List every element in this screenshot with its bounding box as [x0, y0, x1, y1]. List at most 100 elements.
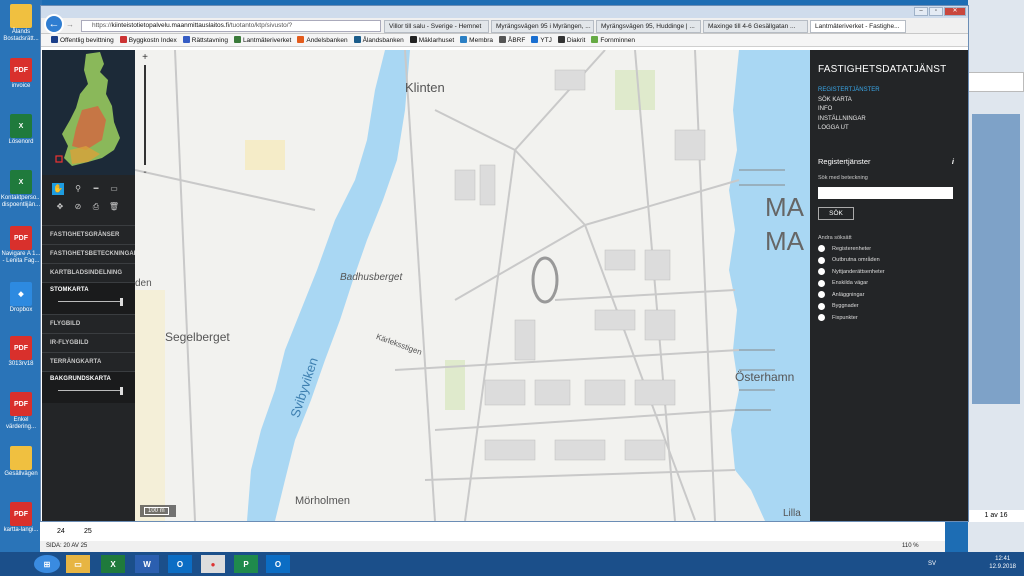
map-label-badhusberget: Badhusberget — [340, 272, 403, 283]
start-icon[interactable]: ⊞ — [34, 555, 60, 573]
desktop-icon[interactable]: PDF kartta-langi... — [0, 502, 42, 534]
hide-icon[interactable]: ⊘ — [72, 201, 84, 213]
favorite-link[interactable]: Andelsbanken — [297, 36, 348, 44]
close-icon[interactable]: ✕ — [944, 7, 966, 16]
favorite-link[interactable]: YTJ — [531, 36, 552, 44]
excel-icon[interactable]: X — [101, 555, 125, 573]
layer-item[interactable]: FASTIGHETSGRÄNSER — [42, 225, 135, 244]
desktop-icon[interactable]: PDF 3013rv18 — [0, 336, 42, 368]
desktop-icon[interactable]: X Kontaktperso... dispoentlijän... — [0, 170, 42, 209]
search-method-option[interactable]: Outbrutna områden — [818, 256, 960, 265]
desktop-icon[interactable]: PDF invoice — [0, 58, 42, 90]
search-method-option[interactable]: Nyttjanderättsenheter — [818, 268, 960, 276]
favorite-link[interactable]: Rättstavning — [182, 36, 228, 44]
favorite-link[interactable]: Fornminnen — [591, 36, 635, 44]
layer-item[interactable]: STOMKARTA — [42, 282, 135, 314]
layer-item[interactable]: IR-FLYGBILD — [42, 333, 135, 352]
minimize-icon[interactable]: – — [914, 7, 928, 16]
radio-button[interactable] — [818, 245, 825, 253]
pin-icon[interactable]: ⚲ — [72, 183, 84, 195]
desktop-icon[interactable]: Gesällvägen — [0, 446, 42, 478]
search-method-option[interactable]: Byggnader — [818, 302, 960, 311]
desktop-icon[interactable]: ◆ Dropbox — [0, 282, 42, 314]
print-icon[interactable]: ⎙ — [90, 201, 102, 213]
search-input[interactable] — [818, 186, 953, 199]
maximize-icon[interactable]: ▫ — [929, 7, 943, 16]
favorite-link[interactable]: Membra — [460, 36, 493, 44]
panel-menu-item[interactable]: INFO — [818, 105, 960, 115]
favorite-link[interactable]: Ålandsbanken — [353, 36, 404, 44]
clock[interactable]: SV 12:41 12.9.2018 — [928, 555, 1016, 571]
browser-tab[interactable]: Lantmäteriverket - Fastighe... — [810, 20, 906, 33]
browser-tab[interactable]: Villor till salu - Sverige - Hemnet — [384, 20, 489, 33]
map-view[interactable]: + - Klinten Badhusberget Segelberget Kär… — [135, 50, 810, 521]
map-label-segelberget: Segelberget — [165, 330, 230, 344]
chrome-icon[interactable]: ● — [201, 555, 225, 573]
desktop-icon[interactable]: PDF Enkel värdering... — [0, 392, 42, 431]
word-icon[interactable]: W — [135, 555, 159, 573]
opacity-slider[interactable] — [58, 298, 123, 306]
move-icon[interactable]: ✥ — [54, 201, 66, 213]
search-method-option[interactable]: Fixpunkter — [818, 314, 960, 322]
desktop-icon-label: kartta-langi... — [3, 527, 39, 533]
browser-tab[interactable]: Myrängsvägen 95 i Myrängen, ... — [491, 20, 594, 33]
slider-knob[interactable] — [120, 298, 123, 306]
favorite-link[interactable]: Offentlig bevittning — [51, 36, 114, 44]
radio-button[interactable] — [818, 268, 825, 276]
opacity-slider[interactable] — [58, 387, 123, 395]
panel-menu-item[interactable]: INSTÄLLNINGAR — [818, 115, 960, 125]
slider-knob[interactable] — [120, 387, 123, 395]
outlook-icon[interactable]: O — [168, 555, 192, 573]
desktop-icon[interactable]: Ålands Bostadsrätt... — [0, 4, 42, 43]
outlook-2-icon[interactable]: O — [266, 555, 290, 573]
favorite-link[interactable]: ÅBRF — [499, 36, 525, 44]
measure-line-icon[interactable]: ━ — [90, 183, 102, 195]
file-icon: PDF — [10, 226, 32, 250]
back-arrow-icon[interactable]: ← — [44, 14, 64, 34]
favorite-link[interactable]: Diakrit — [557, 36, 585, 44]
delete-icon[interactable]: 🗑 — [108, 201, 120, 213]
zoom-slider[interactable] — [144, 65, 146, 165]
radio-button[interactable] — [818, 291, 825, 299]
desktop-icon[interactable]: PDF Navigare A 1... - Lenita Fag... — [0, 226, 42, 265]
file-explorer-icon[interactable]: ▭ — [66, 555, 90, 573]
browser-tab[interactable]: Myrängsvägen 95, Huddinge | ... — [596, 20, 701, 33]
search-method-option[interactable]: Enskilda vägar — [818, 279, 960, 288]
favorite-link[interactable]: Lantmäteriverket — [233, 36, 291, 44]
desktop-icon[interactable]: X Lösenord — [0, 114, 42, 146]
section-header: Registertjänster i — [818, 157, 960, 166]
radio-button[interactable] — [818, 302, 825, 310]
pan-hand-icon[interactable]: ✋ — [52, 183, 64, 195]
measure-area-icon[interactable]: ▭ — [108, 183, 120, 195]
info-icon[interactable]: i — [952, 157, 954, 166]
language-indicator[interactable]: SV — [928, 560, 936, 568]
search-method-option[interactable]: Registerenheter — [818, 245, 960, 253]
window-controls: – ▫ ✕ — [914, 7, 966, 16]
clock-time: 12:41 — [995, 556, 1011, 562]
panel-menu-item[interactable]: REGISTERTJÄNSTER — [818, 86, 960, 96]
layer-item[interactable]: FLYGBILD — [42, 314, 135, 333]
publisher-icon[interactable]: P — [234, 555, 258, 573]
panel-menu-item[interactable]: LOGGA UT — [818, 124, 960, 134]
browser-tab[interactable]: Maxinge till 4-6 Gesällgatan ... — [703, 20, 808, 33]
zoom-in-button[interactable]: + — [140, 52, 150, 63]
panel-menu-item[interactable]: SÖK KARTA — [818, 96, 960, 106]
radio-button[interactable] — [818, 279, 825, 287]
layer-label: FLYGBILD — [50, 321, 81, 327]
search-method-option[interactable]: Anläggningar — [818, 291, 960, 299]
radio-button[interactable] — [818, 314, 825, 322]
favorite-label: Membra — [469, 37, 494, 44]
forward-arrow-icon[interactable]: → — [66, 20, 74, 29]
favorite-link[interactable]: Byggkostn Index — [119, 36, 177, 44]
search-button[interactable]: SÖK — [818, 207, 854, 220]
favorite-link[interactable]: Mäklarhuset — [409, 36, 454, 44]
layer-item[interactable]: BAKGRUNDSKARTA — [42, 371, 135, 403]
layer-item[interactable]: TERRÄNGKARTA — [42, 352, 135, 371]
overview-map[interactable] — [42, 50, 135, 175]
layer-item[interactable]: KARTBLADSINDELNING — [42, 263, 135, 282]
address-bar[interactable]: https://kiinteistotietopalvelu.maanmitta… — [81, 20, 381, 32]
radio-button[interactable] — [818, 256, 825, 264]
zoom-out-button[interactable]: - — [140, 167, 150, 178]
slider-track — [58, 390, 123, 391]
layer-item[interactable]: FASTIGHETSBETECKNINGAR — [42, 244, 138, 263]
